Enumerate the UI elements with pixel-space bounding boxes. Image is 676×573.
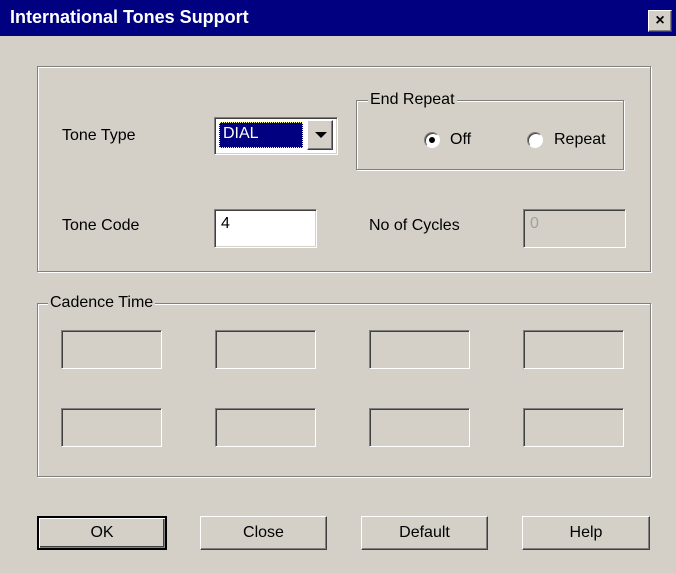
cadence-field[interactable]	[523, 408, 624, 447]
end-repeat-legend: End Repeat	[368, 91, 457, 109]
close-button[interactable]: Close	[200, 516, 327, 550]
cadence-field[interactable]	[523, 330, 624, 369]
cadence-field[interactable]	[61, 408, 162, 447]
tone-code-field[interactable]: 4	[214, 209, 317, 248]
radio-selected-dot	[429, 137, 435, 143]
tone-code-label: Tone Code	[62, 217, 140, 234]
default-button[interactable]: Default	[361, 516, 488, 550]
cadence-field[interactable]	[369, 408, 470, 447]
title-bar[interactable]: International Tones Support ×	[0, 0, 676, 36]
tone-code-value: 4	[221, 215, 230, 232]
tone-type-combo[interactable]: DIAL	[214, 117, 338, 155]
ok-button[interactable]: OK	[37, 516, 167, 550]
cadence-field[interactable]	[215, 408, 316, 447]
close-icon[interactable]: ×	[648, 10, 672, 32]
radio-off[interactable]	[424, 132, 440, 148]
dialog-window: International Tones Support × Tone Type …	[0, 0, 676, 573]
chevron-down-icon[interactable]	[307, 120, 333, 150]
radio-off-label[interactable]: Off	[450, 131, 471, 149]
cadence-field[interactable]	[215, 330, 316, 369]
cadence-time-legend: Cadence Time	[48, 294, 156, 312]
help-button[interactable]: Help	[522, 516, 650, 550]
radio-repeat-label[interactable]: Repeat	[554, 131, 606, 149]
tone-type-value[interactable]: DIAL	[219, 122, 303, 148]
cadence-field[interactable]	[61, 330, 162, 369]
cycles-value: 0	[530, 215, 539, 232]
cadence-field[interactable]	[369, 330, 470, 369]
cycles-label: No of Cycles	[369, 217, 460, 234]
cycles-field: 0	[523, 209, 626, 248]
window-title: International Tones Support	[10, 7, 249, 27]
radio-repeat[interactable]	[527, 132, 543, 148]
tone-type-label: Tone Type	[62, 127, 136, 144]
